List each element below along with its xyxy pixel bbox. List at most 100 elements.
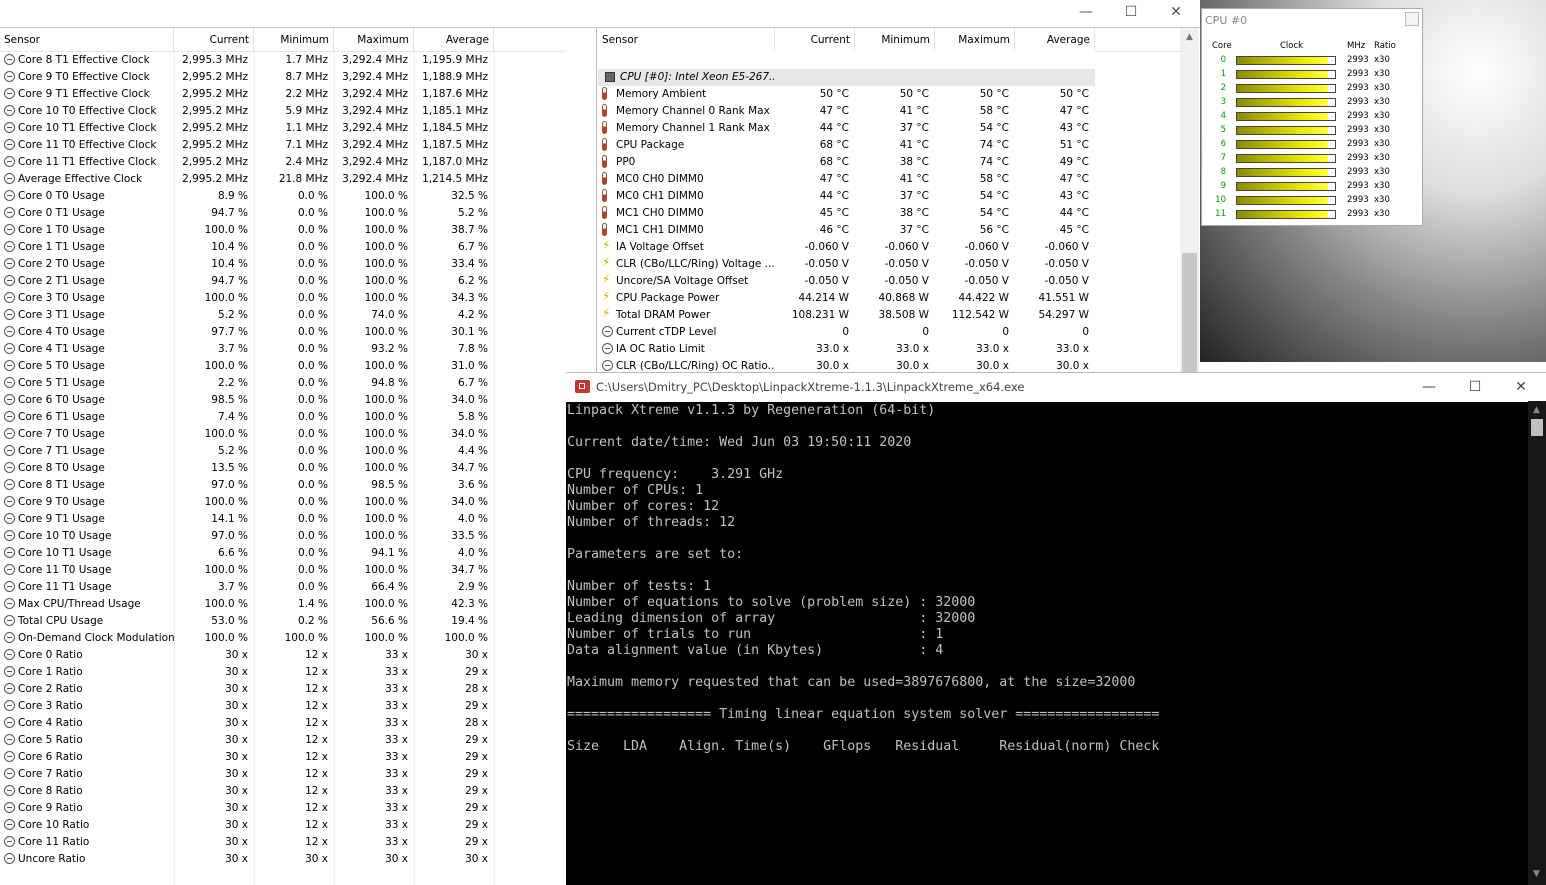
sensor-row[interactable]: Total CPU Usage 53.0 % 0.2 % 56.6 % 19.4 % xyxy=(0,613,494,630)
sensor-row[interactable]: Core 8 Ratio 30 x 12 x 33 x 29 x xyxy=(0,783,494,800)
sensor-row[interactable]: Core 8 T0 Usage 13.5 % 0.0 % 100.0 % 34.7 % xyxy=(0,460,494,477)
sensor-row[interactable]: Core 2 T1 Usage 94.7 % 0.0 % 100.0 % 6.2 % xyxy=(0,273,494,290)
column-header[interactable]: Minimum xyxy=(254,28,334,51)
average-value: 1,187.6 MHz xyxy=(422,88,488,100)
sensor-row[interactable]: On-Demand Clock Modulation 100.0 % 100.0 %… xyxy=(0,630,494,647)
sensor-row[interactable]: MC1 CH0 DIMM0 45 °C 38 °C 54 °C 44 °C xyxy=(598,205,1095,222)
close-button[interactable]: ✕ xyxy=(1153,0,1199,26)
column-header[interactable]: Maximum xyxy=(334,28,414,51)
sensor-row[interactable]: IA OC Ratio Limit 33.0 x 33.0 x 33.0 x 33.0 … xyxy=(598,341,1095,358)
maximize-button[interactable]: ☐ xyxy=(1108,0,1154,26)
sensor-row[interactable]: MC0 CH0 DIMM0 47 °C 41 °C 58 °C 47 °C xyxy=(598,171,1095,188)
sensor-row[interactable]: Core 10 T1 Usage 6.6 % 0.0 % 94.1 % 4.0 % xyxy=(0,545,494,562)
sensor-row[interactable]: Core 10 T0 Usage 97.0 % 0.0 % 100.0 % 33.5 % xyxy=(0,528,494,545)
sensor-row[interactable]: Core 3 T0 Usage 100.0 % 0.0 % 100.0 % 34.3 % xyxy=(0,290,494,307)
sensor-row[interactable]: Average Effective Clock 2,995.2 MHz 21.8 M… xyxy=(0,171,494,188)
sensor-row[interactable]: ⚡ CLR (CBo/LLC/Ring) Voltage ... -0.050 V-… xyxy=(598,256,1095,273)
column-header[interactable]: Average xyxy=(1015,28,1095,51)
sensor-row[interactable]: Core 0 T1 Usage 94.7 % 0.0 % 100.0 % 5.2 % xyxy=(0,205,494,222)
sensor-row[interactable]: Core 3 Ratio 30 x 12 x 33 x 29 x xyxy=(0,698,494,715)
sensor-row[interactable]: Core 11 Ratio 30 x 12 x 33 x 29 x xyxy=(0,834,494,851)
column-header[interactable]: Current xyxy=(174,28,254,51)
sensor-row[interactable]: Current cTDP Level 0 0 0 0 xyxy=(598,324,1095,341)
sensor-row[interactable]: Core 9 T0 Effective Clock 2,995.2 MHz 8.7 … xyxy=(0,69,494,86)
sensor-row[interactable]: ⚡ IA Voltage Offset -0.060 V -0.060 V -0.060… xyxy=(598,239,1095,256)
console-output[interactable]: Linpack Xtreme v1.1.3 by Regeneration (6… xyxy=(566,401,1528,885)
current-value: 8.9 % xyxy=(217,190,248,202)
sensor-row[interactable]: Core 7 T0 Usage 100.0 % 0.0 % 100.0 % 34.0 % xyxy=(0,426,494,443)
sensor-row[interactable]: Core 8 T1 Usage 97.0 % 0.0 % 98.5 % 3.6 % xyxy=(0,477,494,494)
column-header[interactable]: Current xyxy=(775,28,855,51)
sensor-row[interactable]: ⚡ Total DRAM Power 108.231 W 38.508 W 112.54… xyxy=(598,307,1095,324)
sensor-row[interactable]: CLR (CBo/LLC/Ring) OC Ratio... 30.0 x 30.0… xyxy=(598,358,1095,372)
average-value: 1,184.5 MHz xyxy=(422,122,488,134)
sensor-name: Memory Channel 0 Rank Max xyxy=(616,105,770,117)
sensor-row[interactable]: Core 2 T0 Usage 10.4 % 0.0 % 100.0 % 33.4 % xyxy=(0,256,494,273)
sensor-row[interactable]: Core 2 Ratio 30 x 12 x 33 x 28 x xyxy=(0,681,494,698)
column-header[interactable]: Maximum xyxy=(935,28,1015,51)
sensor-row[interactable]: Core 6 T1 Usage 7.4 % 0.0 % 100.0 % 5.8 % xyxy=(0,409,494,426)
minimize-button[interactable]: — xyxy=(1063,0,1109,26)
sensor-row[interactable]: Core 10 Ratio 30 x 12 x 33 x 29 x xyxy=(0,817,494,834)
sensor-row[interactable]: Max CPU/Thread Usage 100.0 % 1.4 % 100.0 % 4… xyxy=(0,596,494,613)
column-header[interactable]: Average xyxy=(414,28,494,51)
sensor-row[interactable]: PP0 68 °C 38 °C 74 °C 49 °C xyxy=(598,154,1095,171)
sensor-row[interactable]: Core 10 T0 Effective Clock 2,995.2 MHz 5.9… xyxy=(0,103,494,120)
sensor-row[interactable]: CPU Package 68 °C 41 °C 74 °C 51 °C xyxy=(598,137,1095,154)
sensor-row[interactable]: MC0 CH1 DIMM0 44 °C 37 °C 54 °C 43 °C xyxy=(598,188,1095,205)
sensor-row[interactable]: Core 6 Ratio 30 x 12 x 33 x 29 x xyxy=(0,749,494,766)
sensor-row[interactable]: Core 0 Ratio 30 x 12 x 33 x 30 x xyxy=(0,647,494,664)
average-value: 33.0 x xyxy=(1056,343,1089,355)
sensor-row[interactable]: Memory Channel 1 Rank Max 44 °C 37 °C 54 °C… xyxy=(598,120,1095,137)
minimum-value: 0.0 % xyxy=(297,190,328,202)
vertical-scrollbar[interactable]: ▲ xyxy=(1180,28,1199,373)
console-minimize-button[interactable]: — xyxy=(1406,375,1452,401)
maximum-value: 58 °C xyxy=(979,105,1009,117)
sensor-row[interactable]: Core 6 T0 Usage 98.5 % 0.0 % 100.0 % 34.0 % xyxy=(0,392,494,409)
sensor-row[interactable]: Core 4 T1 Usage 3.7 % 0.0 % 93.2 % 7.8 % xyxy=(0,341,494,358)
sensor-group-header[interactable]: CPU [#0]: Intel Xeon E5-267... xyxy=(598,69,1095,86)
sensor-row[interactable]: Core 11 T0 Usage 100.0 % 0.0 % 100.0 % 34.7 … xyxy=(0,562,494,579)
sensor-row[interactable]: ⚡ Uncore/SA Voltage Offset -0.050 V -0.050 … xyxy=(598,273,1095,290)
sensor-row[interactable]: Core 4 Ratio 30 x 12 x 33 x 28 x xyxy=(0,715,494,732)
sensor-row[interactable]: Core 9 Ratio 30 x 12 x 33 x 29 x xyxy=(0,800,494,817)
sensor-row[interactable]: ⚡ CPU Package Power 44.214 W 40.868 W 44.422… xyxy=(598,290,1095,307)
sensor-row[interactable]: Core 5 T0 Usage 100.0 % 0.0 % 100.0 % 31.0 % xyxy=(0,358,494,375)
scroll-down-icon[interactable]: ▼ xyxy=(1533,869,1540,879)
sensor-row[interactable]: Core 10 T1 Effective Clock 2,995.2 MHz 1.1… xyxy=(0,120,494,137)
sensor-row[interactable]: Uncore Ratio 30 x 30 x 30 x 30 x xyxy=(0,851,494,868)
sensor-row[interactable]: Memory Ambient 50 °C 50 °C 50 °C 50 °C xyxy=(598,86,1095,103)
sensor-row[interactable]: Core 9 T1 Usage 14.1 % 0.0 % 100.0 % 4.0 % xyxy=(0,511,494,528)
sensor-row[interactable]: Core 1 T0 Usage 100.0 % 0.0 % 100.0 % 38.7 % xyxy=(0,222,494,239)
clock-bar xyxy=(1236,112,1336,121)
scroll-thumb[interactable] xyxy=(1182,253,1197,373)
sensor-row[interactable]: Memory Channel 0 Rank Max 47 °C 41 °C 58 °C… xyxy=(598,103,1095,120)
column-header[interactable]: Minimum xyxy=(855,28,935,51)
sensor-row[interactable]: Core 7 Ratio 30 x 12 x 33 x 29 x xyxy=(0,766,494,783)
sensor-row[interactable]: Core 3 T1 Usage 5.2 % 0.0 % 74.0 % 4.2 % xyxy=(0,307,494,324)
column-header[interactable]: Sensor xyxy=(0,28,174,51)
sensor-row[interactable]: Core 9 T1 Effective Clock 2,995.2 MHz 2.2 … xyxy=(0,86,494,103)
widget-column-header: MHz xyxy=(1347,41,1366,51)
sensor-row[interactable]: Core 11 T1 Effective Clock 2,995.2 MHz 2.4… xyxy=(0,154,494,171)
sensor-row[interactable]: Core 0 T0 Usage 8.9 % 0.0 % 100.0 % 32.5 % xyxy=(0,188,494,205)
scroll-up-icon[interactable]: ▲ xyxy=(1186,32,1193,42)
sensor-row[interactable]: Core 11 T0 Effective Clock 2,995.2 MHz 7.1… xyxy=(0,137,494,154)
column-header[interactable]: Sensor xyxy=(598,28,775,51)
sensor-row[interactable]: Core 7 T1 Usage 5.2 % 0.0 % 100.0 % 4.4 % xyxy=(0,443,494,460)
scroll-thumb[interactable] xyxy=(1531,419,1543,436)
sensor-row[interactable]: Core 5 T1 Usage 2.2 % 0.0 % 94.8 % 6.7 % xyxy=(0,375,494,392)
scroll-up-icon[interactable]: ▲ xyxy=(1533,405,1540,415)
console-maximize-button[interactable]: ☐ xyxy=(1452,375,1498,401)
sensor-row[interactable]: Core 5 Ratio 30 x 12 x 33 x 29 x xyxy=(0,732,494,749)
sensor-row[interactable]: Core 11 T1 Usage 3.7 % 0.0 % 66.4 % 2.9 % xyxy=(0,579,494,596)
console-scrollbar[interactable]: ▲ ▼ xyxy=(1528,401,1546,885)
widget-close-button[interactable] xyxy=(1405,12,1419,26)
console-close-button[interactable]: ✕ xyxy=(1498,375,1544,401)
sensor-row[interactable]: Core 1 Ratio 30 x 12 x 33 x 29 x xyxy=(0,664,494,681)
sensor-row[interactable]: Core 4 T0 Usage 97.7 % 0.0 % 100.0 % 30.1 % xyxy=(0,324,494,341)
sensor-row[interactable]: Core 8 T1 Effective Clock 2,995.3 MHz 1.7 … xyxy=(0,52,494,69)
sensor-row[interactable]: Core 9 T0 Usage 100.0 % 0.0 % 100.0 % 34.0 % xyxy=(0,494,494,511)
sensor-row[interactable]: Core 1 T1 Usage 10.4 % 0.0 % 100.0 % 6.7 % xyxy=(0,239,494,256)
sensor-row[interactable]: MC1 CH1 DIMM0 46 °C 37 °C 56 °C 45 °C xyxy=(598,222,1095,239)
